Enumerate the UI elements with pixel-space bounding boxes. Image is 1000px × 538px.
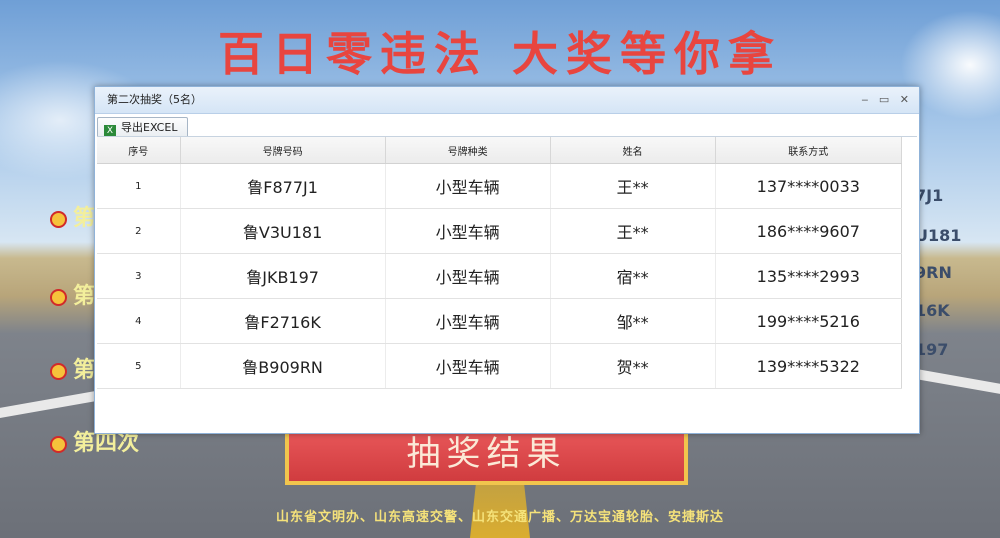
winner-name: 王** [550, 208, 716, 254]
column-header[interactable]: 联系方式 [715, 137, 903, 164]
round-item[interactable]: 第 [50, 278, 95, 310]
plate-number: 鲁F2716K [180, 298, 386, 344]
round-label: 第 [73, 357, 96, 383]
bullet-icon [50, 210, 67, 228]
row-index: 1 [97, 163, 181, 209]
phone-number: 135****2993 [715, 253, 903, 299]
background-plate-text: 16K [915, 301, 950, 320]
dialog-toolbar: X 导出EXCEL [95, 114, 919, 139]
sponsor-footer: 山东省文明办、山东高速交警、山东交通广播、万达宝通轮胎、安捷斯达 [275, 510, 724, 525]
winners-table: 序号 号牌号码 号牌种类 姓名 联系方式 1 鲁F877J1 小型车辆 王** … [97, 137, 903, 389]
plate-number: 鲁B909RN [180, 343, 386, 389]
round-label: 第 [73, 205, 96, 231]
table-row[interactable]: 3 鲁JKB197 小型车辆 宿** 135****2993 [97, 253, 903, 299]
phone-number: 199****5216 [715, 298, 903, 344]
plate-type: 小型车辆 [385, 253, 551, 299]
close-icon[interactable]: ✕ [900, 93, 909, 106]
dialog-title: 第二次抽奖（5名） [107, 93, 202, 106]
bullet-icon [50, 362, 67, 380]
column-header[interactable]: 号牌种类 [385, 137, 551, 164]
bullet-icon [50, 288, 67, 306]
bullet-icon [50, 435, 67, 453]
window-controls: ‒ ▭ ✕ [854, 87, 909, 113]
column-header[interactable]: 姓名 [550, 137, 716, 164]
plate-type: 小型车辆 [385, 163, 551, 209]
row-index: 4 [97, 298, 181, 344]
plate-number: 鲁F877J1 [180, 163, 386, 209]
lottery-result-dialog: 第二次抽奖（5名） ‒ ▭ ✕ X 导出EXCEL 序号 号牌号码 号牌种类 姓名… [94, 86, 920, 434]
dialog-titlebar[interactable]: 第二次抽奖（5名） ‒ ▭ ✕ [95, 87, 919, 114]
row-index: 2 [97, 208, 181, 254]
column-header[interactable]: 号牌号码 [180, 137, 386, 164]
winner-name: 邹** [550, 298, 716, 344]
table-row[interactable]: 2 鲁V3U181 小型车辆 王** 186****9607 [97, 208, 903, 254]
phone-number: 137****0033 [715, 163, 903, 209]
round-label: 第 [73, 283, 96, 309]
maximize-icon[interactable]: ▭ [879, 93, 889, 106]
plate-number: 鲁JKB197 [180, 253, 386, 299]
plate-type: 小型车辆 [385, 343, 551, 389]
round-item[interactable]: 第 [50, 352, 95, 384]
export-label: 导出EXCEL [121, 121, 178, 134]
headline-banner: 百日零违法 大奖等你拿 [217, 27, 782, 81]
phone-number: 186****9607 [715, 208, 903, 254]
background-plate-text: 197 [915, 340, 949, 359]
column-header[interactable]: 序号 [97, 137, 181, 164]
table-row[interactable]: 1 鲁F877J1 小型车辆 王** 137****0033 [97, 163, 903, 209]
phone-number: 139****5322 [715, 343, 903, 389]
round-item[interactable]: 第 [50, 200, 95, 232]
row-index: 3 [97, 253, 181, 299]
background-plate-text: 9RN [915, 263, 952, 282]
winner-name: 宿** [550, 253, 716, 299]
plate-number: 鲁V3U181 [180, 208, 386, 254]
winner-name: 王** [550, 163, 716, 209]
plate-type: 小型车辆 [385, 298, 551, 344]
background-plate-text: U181 [915, 226, 962, 245]
winner-name: 贺** [550, 343, 716, 389]
minimize-icon[interactable]: ‒ [861, 93, 868, 106]
plate-type: 小型车辆 [385, 208, 551, 254]
table-row[interactable]: 4 鲁F2716K 小型车辆 邹** 199****5216 [97, 298, 903, 344]
row-index: 5 [97, 343, 181, 389]
draw-result-button[interactable]: 抽奖结果 [285, 425, 688, 485]
winners-table-container[interactable]: 序号 号牌号码 号牌种类 姓名 联系方式 1 鲁F877J1 小型车辆 王** … [97, 136, 917, 432]
table-row[interactable]: 5 鲁B909RN 小型车辆 贺** 139****5322 [97, 343, 903, 389]
table-header-row: 序号 号牌号码 号牌种类 姓名 联系方式 [97, 137, 903, 164]
